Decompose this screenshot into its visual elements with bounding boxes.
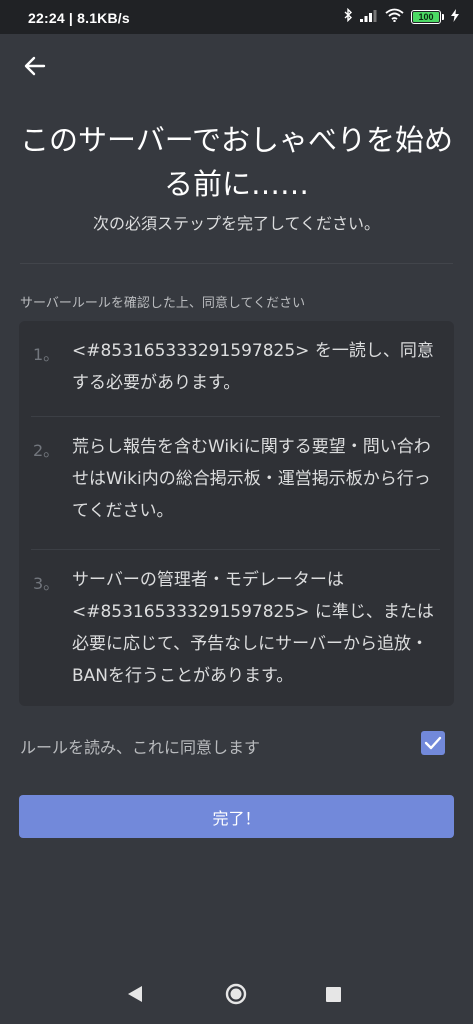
bluetooth-icon — [344, 7, 353, 25]
agree-checkbox[interactable] — [421, 731, 445, 755]
back-button[interactable] — [18, 49, 52, 83]
rule-text: 荒らし報告を含むWikiに関する要望・問い合わせはWiki内の総合掲示板・運営掲… — [72, 437, 431, 521]
battery-icon: 100 — [411, 9, 441, 24]
back-arrow-icon — [24, 56, 46, 76]
clock: 22:24 — [28, 10, 65, 26]
agree-label: ルールを読み、これに同意します — [20, 738, 261, 757]
signal-icon — [360, 9, 378, 25]
rules-section-label: サーバールールを確認した上、同意してください — [20, 296, 306, 311]
nav-home-button[interactable] — [225, 983, 247, 1005]
page-title: このサーバーでおしゃべりを始める前に…… — [20, 123, 453, 201]
status-bar: 22:24 | 8.1KB/s 100 — [0, 0, 473, 34]
rule-number: 3。 — [33, 574, 60, 593]
triangle-back-icon — [128, 986, 142, 1002]
system-nav-bar — [0, 966, 473, 1024]
rule-text: <#853165333291597825> を一読し、同意する必要があります。 — [72, 341, 434, 393]
checkmark-icon — [424, 736, 442, 750]
home-circle-icon — [225, 983, 247, 1005]
nav-back-button[interactable] — [126, 984, 144, 1008]
divider — [20, 263, 453, 264]
battery-level: 100 — [418, 11, 434, 22]
network-speed: 8.1KB/s — [77, 10, 130, 26]
status-time: 22:24 | 8.1KB/s — [28, 10, 130, 26]
rules-box: 1。 <#853165333291597825> を一読し、同意する必要がありま… — [19, 321, 454, 706]
rule-number: 1。 — [33, 345, 60, 364]
rule-text: サーバーの管理者・モデレーターは<#853165333291597825> に準… — [72, 570, 434, 686]
rule-divider — [31, 549, 440, 550]
rule-item: 3。 サーバーの管理者・モデレーターは<#853165333291597825>… — [31, 566, 442, 696]
rule-item: 2。 荒らし報告を含むWikiに関する要望・問い合わせはWiki内の総合掲示板・… — [31, 433, 442, 543]
rule-number: 2。 — [33, 441, 60, 460]
wifi-icon — [385, 8, 404, 25]
agree-row[interactable]: ルールを読み、これに同意します — [0, 723, 473, 767]
done-button[interactable]: 完了！ — [19, 795, 454, 838]
charging-icon — [451, 8, 459, 25]
rule-divider — [31, 416, 440, 417]
rule-item: 1。 <#853165333291597825> を一読し、同意する必要がありま… — [31, 337, 442, 417]
status-icons: 100 — [344, 7, 459, 25]
nav-recents-button[interactable] — [326, 987, 341, 1002]
page-subtitle: 次の必須ステップを完了してください。 — [92, 214, 381, 233]
